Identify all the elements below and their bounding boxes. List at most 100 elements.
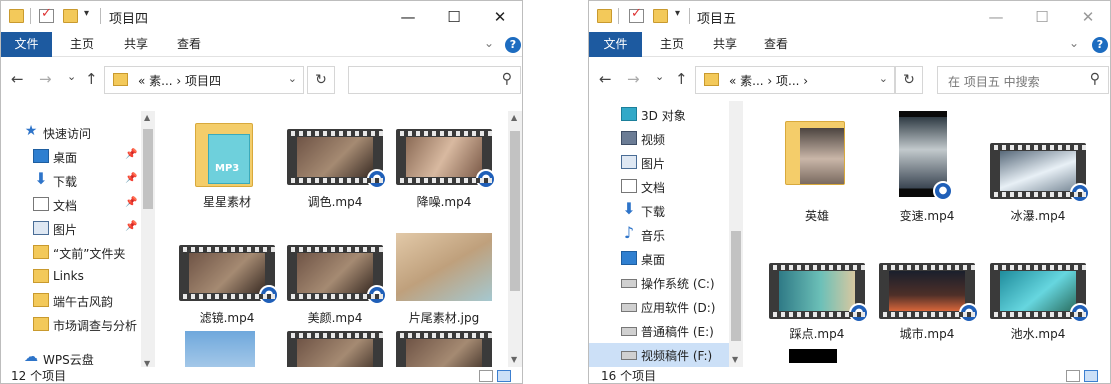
file-item[interactable]: 英雄 <box>761 115 873 223</box>
file-item[interactable]: ● 变速.mp4 <box>871 111 983 223</box>
up-icon[interactable]: ↑ <box>85 70 98 88</box>
nav-scrollbar[interactable]: ▲ ▼ <box>141 111 155 373</box>
nav-label: 市场调查与分析 <box>53 319 138 333</box>
new-folder-icon[interactable] <box>653 9 668 23</box>
properties-icon[interactable] <box>629 6 644 23</box>
nav-item-folder[interactable]: Links <box>1 265 141 289</box>
tab-home[interactable]: 主页 <box>59 32 105 57</box>
file-item[interactable] <box>789 349 901 369</box>
nav-label: 图片 <box>53 223 78 237</box>
maximize-button[interactable]: ☐ <box>1019 3 1065 31</box>
close-button[interactable]: ✕ <box>1065 3 1110 31</box>
content-scrollbar[interactable]: ▲ ▼ <box>508 111 522 369</box>
scroll-down-icon[interactable]: ▼ <box>732 355 738 364</box>
nav-item-quick-access[interactable]: ★ 快速访问 <box>1 121 141 145</box>
nav-item-music[interactable]: ♪ 音乐 <box>589 223 729 247</box>
scroll-up-icon[interactable]: ▲ <box>144 113 150 122</box>
chevron-down-icon[interactable]: ⌄ <box>288 72 297 85</box>
address-bar[interactable]: « 素... › 项... › ⌄ <box>695 66 895 94</box>
minimize-button[interactable]: — <box>385 3 431 31</box>
ribbon-tabs: 文件 主页 共享 查看 ⌄ ? <box>589 32 1110 57</box>
nav-item-pictures[interactable]: 图片 <box>589 151 729 175</box>
file-item[interactable] <box>388 331 500 371</box>
file-item[interactable] <box>279 331 391 371</box>
minimize-button[interactable]: — <box>973 3 1019 31</box>
back-icon[interactable]: ← <box>599 70 612 88</box>
chevron-down-icon[interactable]: ▾ <box>84 8 94 22</box>
nav-item-videos[interactable]: 视频 <box>589 127 729 151</box>
forward-icon[interactable]: → <box>39 70 52 88</box>
nav-item-folder[interactable]: 市场调查与分析 <box>1 313 141 337</box>
address-bar[interactable]: « 素... › 项目四 ⌄ <box>104 66 304 94</box>
scroll-thumb[interactable] <box>731 231 741 341</box>
chevron-down-icon[interactable]: ▾ <box>675 8 685 22</box>
video-thumbnail: ● <box>990 251 1090 323</box>
details-view-icon[interactable] <box>1066 370 1080 382</box>
file-name: 片尾素材.jpg <box>408 311 480 325</box>
video-thumbnail <box>287 331 383 371</box>
search-input[interactable]: ⚲ <box>348 66 521 94</box>
nav-item-downloads[interactable]: ⬇ 下载 📌 <box>1 169 141 193</box>
file-item[interactable] <box>171 331 283 371</box>
nav-scrollbar[interactable]: ▼ <box>729 101 743 369</box>
help-icon[interactable]: ? <box>505 37 521 53</box>
file-name: 踩点.mp4 <box>789 327 845 341</box>
maximize-button[interactable]: ☐ <box>431 3 477 31</box>
details-view-icon[interactable] <box>479 370 493 382</box>
file-item[interactable]: ● 滤镜.mp4 <box>171 233 283 337</box>
refresh-button[interactable]: ↻ <box>307 66 335 94</box>
file-item[interactable]: ● 美颜.mp4 <box>279 233 391 337</box>
nav-item-3d-objects[interactable]: 3D 对象 <box>589 103 729 127</box>
chevron-down-icon[interactable]: ⌄ <box>879 72 888 85</box>
tab-share[interactable]: 共享 <box>113 32 159 57</box>
video-player-icon: ● <box>367 169 387 189</box>
file-item[interactable]: ● 池水.mp4 <box>982 251 1094 355</box>
recent-locations-icon[interactable]: ⌄ <box>67 70 76 83</box>
file-item[interactable]: ● 冰瀑.mp4 <box>982 131 1094 235</box>
tab-view[interactable]: 查看 <box>166 32 212 57</box>
tab-view[interactable]: 查看 <box>753 32 799 57</box>
video-player-icon: ● <box>849 303 869 323</box>
scroll-down-icon[interactable]: ▼ <box>511 355 517 364</box>
recent-locations-icon[interactable]: ⌄ <box>655 70 664 83</box>
nav-item-downloads[interactable]: ⬇ 下载 <box>589 199 729 223</box>
nav-item-documents[interactable]: 文档 <box>589 175 729 199</box>
video-icon <box>621 131 637 145</box>
file-item[interactable]: 片尾素材.jpg <box>388 233 500 337</box>
nav-item-pictures[interactable]: 图片 📌 <box>1 217 141 241</box>
nav-item-desktop[interactable]: 桌面 <box>589 247 729 271</box>
nav-item-folder[interactable]: 端午古风韵 <box>1 289 141 313</box>
file-item[interactable]: MP3 星星素材 <box>171 117 283 221</box>
nav-item-drive-d[interactable]: 应用软件 (D:) <box>589 295 729 319</box>
help-icon[interactable]: ? <box>1092 37 1108 53</box>
tab-file[interactable]: 文件 <box>589 32 642 57</box>
properties-icon[interactable] <box>39 6 54 23</box>
nav-item-drive-f[interactable]: 视频稿件 (F:) <box>589 343 729 367</box>
file-item[interactable]: ● 城市.mp4 <box>871 251 983 355</box>
up-icon[interactable]: ↑ <box>675 70 688 88</box>
search-input[interactable]: 在 项目五 中搜索 ⚲ <box>937 66 1109 94</box>
scroll-up-icon[interactable]: ▲ <box>511 113 517 122</box>
file-item[interactable]: ● 调色.mp4 <box>279 117 391 221</box>
nav-item-drive-e[interactable]: 普通稿件 (E:) <box>589 319 729 343</box>
nav-item-documents[interactable]: 文档 📌 <box>1 193 141 217</box>
tab-share[interactable]: 共享 <box>702 32 748 57</box>
nav-item-desktop[interactable]: 桌面 📌 <box>1 145 141 169</box>
forward-icon[interactable]: → <box>627 70 640 88</box>
refresh-button[interactable]: ↻ <box>895 66 923 94</box>
scroll-thumb[interactable] <box>510 131 520 291</box>
expand-ribbon-icon[interactable]: ⌄ <box>484 36 494 50</box>
scroll-thumb[interactable] <box>143 129 153 209</box>
back-icon[interactable]: ← <box>11 70 24 88</box>
large-icons-view-icon[interactable] <box>497 370 511 382</box>
close-button[interactable]: ✕ <box>477 3 522 31</box>
tab-home[interactable]: 主页 <box>649 32 695 57</box>
nav-item-drive-c[interactable]: 操作系统 (C:) <box>589 271 729 295</box>
nav-item-folder[interactable]: “文前”文件夹 <box>1 241 141 265</box>
expand-ribbon-icon[interactable]: ⌄ <box>1069 36 1079 50</box>
tab-file[interactable]: 文件 <box>1 32 52 57</box>
new-folder-icon[interactable] <box>63 9 78 23</box>
large-icons-view-icon[interactable] <box>1084 370 1098 382</box>
file-item[interactable]: ● 踩点.mp4 <box>761 251 873 355</box>
file-item[interactable]: ● 降噪.mp4 <box>388 117 500 221</box>
